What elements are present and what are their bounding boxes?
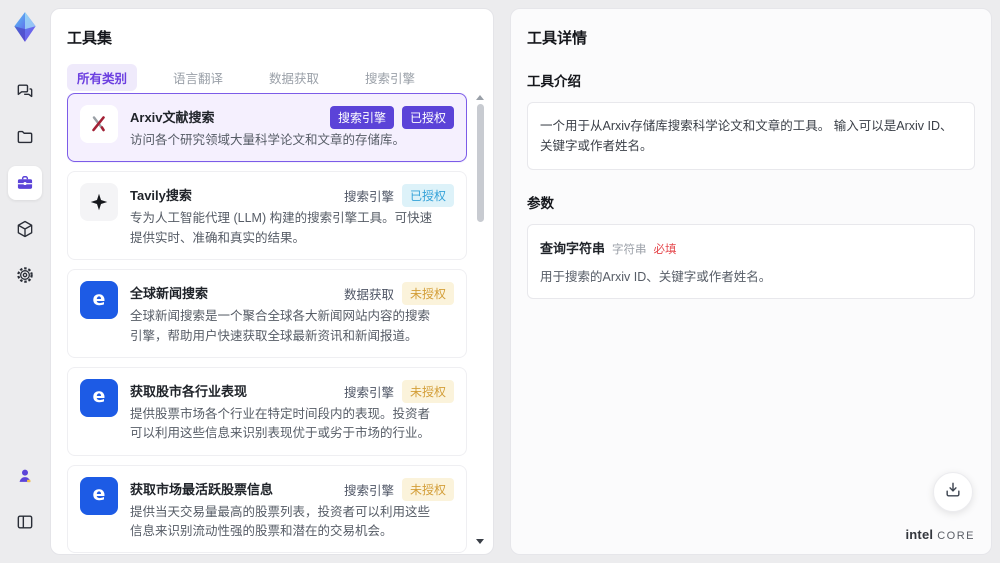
category-label: 搜索引擎	[343, 483, 394, 498]
user-icon	[15, 466, 35, 486]
category-label: 数据获取	[343, 288, 394, 303]
download-icon	[943, 480, 963, 505]
tool-description: 全球新闻搜索是一个聚合全球各大新闻网站内容的搜索引擎，帮助用户快速获取全球最新资…	[130, 309, 431, 343]
param-description: 用于搜索的Arxiv ID、关键字或作者姓名。	[540, 270, 772, 284]
auth-status-badge: 未授权	[401, 379, 454, 403]
sidebar-item-panel-toggle[interactable]	[8, 505, 42, 539]
tool-card-sector-performance[interactable]: e 获取股市各行业表现 提供股票市场各个行业在特定时间段内的表现。投资者可以利用…	[67, 366, 467, 456]
param-type: 字符串	[612, 244, 647, 256]
param-name: 查询字符串	[540, 241, 606, 256]
tool-card-tavily[interactable]: Tavily搜索 专为人工智能代理 (LLM) 构建的搜索引擎工具。可快速提供实…	[67, 171, 467, 261]
news-e-logo-icon: e	[80, 281, 118, 320]
category-badge: 搜索引擎	[329, 106, 394, 129]
tool-card-global-news[interactable]: e 全球新闻搜索 全球新闻搜索是一个聚合全球各大新闻网站内容的搜索引擎，帮助用户…	[67, 269, 467, 358]
param-required-label: 必填	[653, 244, 677, 256]
app-window: 工具集 所有类别 语言翻译 数据获取 搜索引擎 Arxiv文献搜索 访问各个研究…	[0, 0, 1000, 563]
scroll-up-arrow-icon[interactable]	[476, 95, 484, 100]
tool-description: 提供股票市场各个行业在特定时间段内的表现。投资者可以利用这些信息来识别表现优于或…	[130, 406, 431, 441]
category-label: 搜索引擎	[343, 190, 394, 205]
panel-toggle-icon	[15, 512, 35, 532]
sidebar-item-chat[interactable]	[8, 74, 42, 108]
panel-divider	[494, 0, 510, 563]
tool-card-arxiv[interactable]: Arxiv文献搜索 访问各个研究领域大量科学论文和文章的存储库。 搜索引擎 已授…	[67, 93, 467, 163]
intro-box: 一个用于从Arxiv存储库搜索科学论文和文章的工具。 输入可以是Arxiv ID…	[527, 102, 975, 170]
arxiv-logo-icon	[80, 105, 118, 143]
auth-status-badge: 未授权	[401, 282, 454, 306]
list-scrollbar[interactable]	[475, 95, 485, 544]
scroll-down-arrow-icon[interactable]	[476, 539, 484, 544]
tool-description: 访问各个研究领域大量科学论文和文章的存储库。	[130, 133, 406, 147]
intel-core-logo: intel CORE	[905, 527, 975, 542]
tool-card-active-stocks[interactable]: e 获取市场最活跃股票信息 提供当天交易量最高的股票列表，投资者可以利用这些信息…	[67, 464, 467, 554]
intel-brand-text: intel	[905, 527, 934, 542]
detail-title: 工具详情	[527, 30, 588, 47]
auth-status-badge: 未授权	[401, 477, 454, 501]
category-tabs: 所有类别 语言翻译 数据获取 搜索引擎	[67, 64, 477, 91]
sidebar-item-user[interactable]	[8, 459, 42, 493]
tab-language-translation[interactable]: 语言翻译	[163, 64, 233, 91]
tab-data-fetching[interactable]: 数据获取	[259, 64, 329, 91]
parameter-box: 查询字符串 字符串 必填 用于搜索的Arxiv ID、关键字或作者姓名。	[527, 224, 975, 299]
page-title: 工具集	[67, 30, 113, 47]
news-e-logo-icon: e	[80, 378, 118, 417]
sidebar-item-settings[interactable]	[8, 258, 42, 292]
tool-description: 专为人工智能代理 (LLM) 构建的搜索引擎工具。可快速提供实时、准确和真实的结…	[130, 211, 433, 245]
sidebar-item-toolbox[interactable]	[8, 166, 42, 200]
tab-search-engine[interactable]: 搜索引擎	[355, 64, 425, 91]
auth-status-badge: 已授权	[401, 106, 454, 129]
scrollbar-thumb[interactable]	[476, 104, 484, 222]
download-button[interactable]	[933, 472, 973, 512]
app-logo-gem-icon	[8, 10, 42, 44]
toolbox-icon	[15, 173, 35, 193]
cube-icon	[15, 219, 35, 239]
sidebar-item-files[interactable]	[8, 120, 42, 154]
core-brand-text: CORE	[937, 530, 975, 542]
tool-list: Arxiv文献搜索 访问各个研究领域大量科学论文和文章的存储库。 搜索引擎 已授…	[67, 93, 467, 554]
tab-all-categories[interactable]: 所有类别	[67, 64, 138, 91]
tool-detail-panel: 工具详情 工具介绍 一个用于从Arxiv存储库搜索科学论文和文章的工具。 输入可…	[510, 8, 992, 555]
settings-icon	[15, 265, 35, 285]
tool-list-panel: 工具集 所有类别 语言翻译 数据获取 搜索引擎 Arxiv文献搜索 访问各个研究…	[50, 8, 494, 555]
params-heading: 参数	[527, 196, 554, 211]
intro-heading: 工具介绍	[527, 74, 581, 89]
intro-text: 一个用于从Arxiv存储库搜索科学论文和文章的工具。 输入可以是Arxiv ID…	[540, 119, 953, 153]
auth-status-badge: 已授权	[401, 184, 454, 208]
category-label: 搜索引擎	[343, 385, 394, 400]
news-e-logo-icon: e	[80, 476, 118, 515]
tavily-star-icon	[80, 183, 118, 222]
sidebar-rail	[0, 0, 50, 563]
tool-description: 提供当天交易量最高的股票列表，投资者可以利用这些信息来识别流动性强的股票和潜在的…	[130, 504, 431, 538]
sidebar-item-packages[interactable]	[8, 212, 42, 246]
chat-icon	[15, 81, 35, 101]
folder-icon	[15, 127, 35, 147]
